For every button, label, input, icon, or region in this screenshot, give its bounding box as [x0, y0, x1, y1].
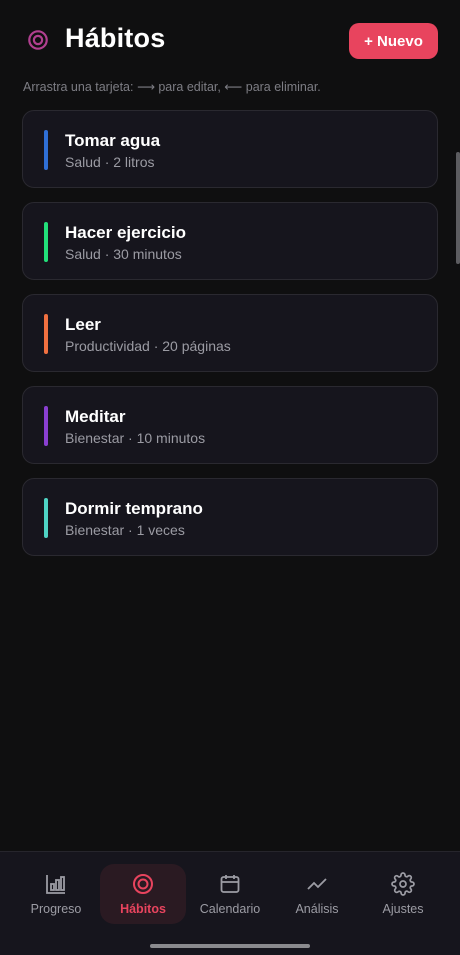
nav-item-progreso[interactable]: Progreso [16, 864, 96, 924]
home-indicator[interactable] [150, 944, 310, 948]
habit-title: Tomar agua [65, 131, 161, 150]
nav-item-ajustes[interactable]: Ajustes [363, 864, 443, 924]
habit-title: Leer [65, 315, 101, 334]
habit-color-bar [44, 406, 48, 446]
nav-item-analisis[interactable]: Análisis [277, 864, 357, 924]
habit-subtitle: Bienestar · 1 veces [65, 522, 185, 538]
target-icon [28, 30, 48, 50]
nav-label: Análisis [295, 902, 339, 916]
gear-icon [391, 872, 415, 896]
nav-label: Ajustes [382, 902, 424, 916]
swipe-hint: Arrastra una tarjeta: ⟶ para editar, ⟵ p… [23, 80, 321, 94]
calendar-icon [220, 875, 240, 893]
habit-color-bar [44, 314, 48, 354]
bottom-nav: Progreso Hábitos Calendario Análisis Aju… [0, 851, 460, 955]
trend-icon [307, 878, 327, 890]
nav-item-habitos[interactable]: Hábitos [100, 864, 186, 924]
habit-list: Tomar agua Salud · 2 litros Hacer ejerci… [22, 110, 438, 570]
nav-label: Progreso [30, 902, 82, 916]
habit-card[interactable]: Hacer ejercicio Salud · 30 minutos [22, 202, 438, 280]
nav-label: Calendario [199, 902, 261, 916]
bar-chart-icon [46, 875, 65, 894]
page-title: Hábitos [65, 23, 166, 53]
habit-color-bar [44, 498, 48, 538]
header: Hábitos + Nuevo [0, 0, 460, 80]
habit-title: Dormir temprano [65, 499, 203, 518]
habit-card[interactable]: Leer Productividad · 20 páginas [22, 294, 438, 372]
habit-subtitle: Bienestar · 10 minutos [65, 430, 206, 446]
nav-item-calendario[interactable]: Calendario [190, 864, 270, 924]
habit-color-bar [44, 222, 48, 262]
habit-card[interactable]: Dormir temprano Bienestar · 1 veces [22, 478, 438, 556]
habit-subtitle: Salud · 30 minutos [65, 246, 182, 262]
habit-title: Meditar [65, 407, 126, 426]
habit-card[interactable]: Tomar agua Salud · 2 litros [22, 110, 438, 188]
new-habit-button[interactable]: + Nuevo [349, 23, 438, 59]
habit-card[interactable]: Meditar Bienestar · 10 minutos [22, 386, 438, 464]
target-icon [133, 874, 153, 894]
habit-color-bar [44, 130, 48, 170]
habit-title: Hacer ejercicio [65, 223, 186, 242]
habit-subtitle: Productividad · 20 páginas [65, 338, 231, 354]
nav-label: Hábitos [120, 902, 166, 916]
scrollbar[interactable] [456, 152, 460, 264]
habit-subtitle: Salud · 2 litros [65, 154, 155, 170]
